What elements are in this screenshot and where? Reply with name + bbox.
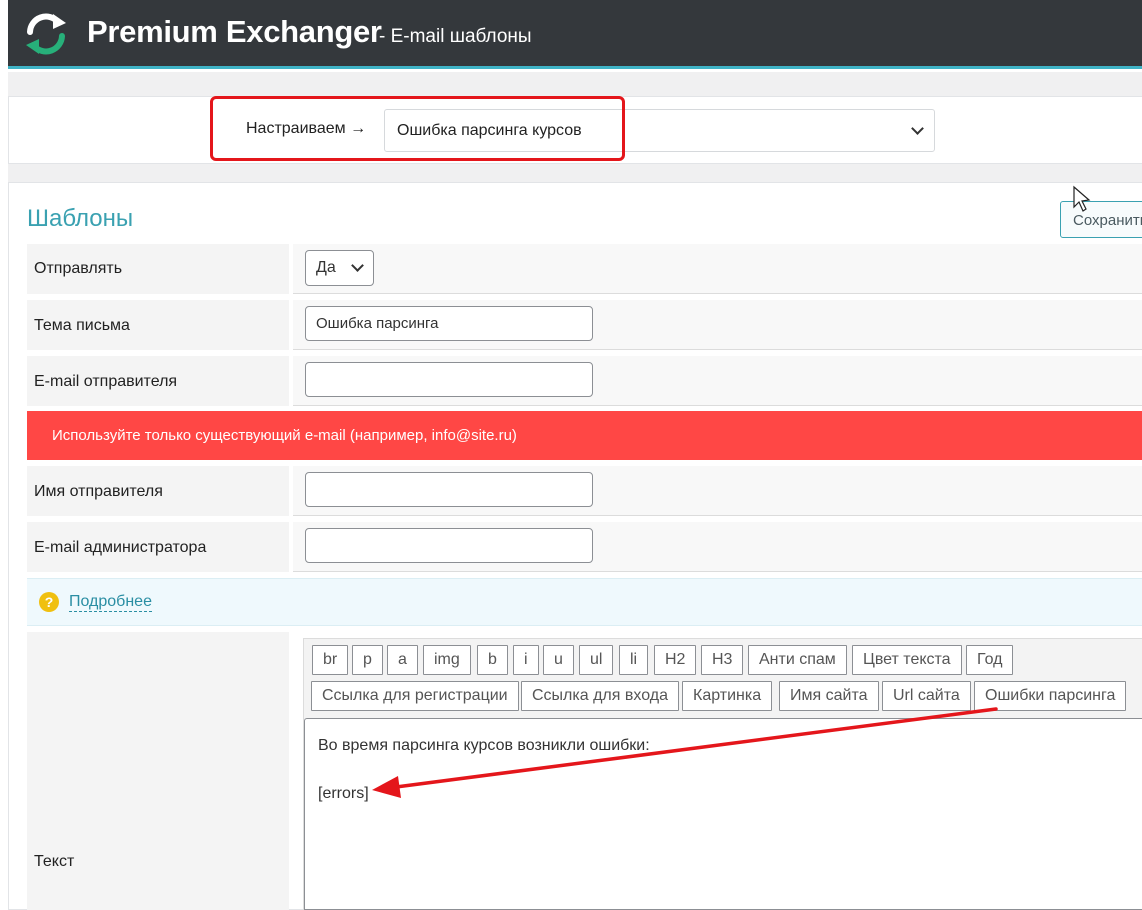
admin-email-input[interactable]	[305, 528, 593, 563]
tag-antispam-button[interactable]: Анти спам	[748, 645, 847, 675]
warning-text: Используйте только существующий e-mail (…	[52, 427, 517, 444]
tag-b-button[interactable]: b	[477, 645, 508, 675]
body-line-1: Во время парсинга курсов возникли ошибки…	[318, 737, 650, 754]
text-label: Текст	[34, 853, 75, 870]
tag-register-link-button[interactable]: Ссылка для регистрации	[311, 681, 519, 711]
tag-h2-button[interactable]: H2	[654, 645, 697, 675]
top-bar: Premium Exchanger - E-mail шаблоны	[8, 0, 1142, 69]
row-subject: Тема письма	[27, 300, 1142, 350]
refresh-arrows-logo-icon	[26, 13, 66, 55]
chevron-down-icon	[351, 259, 364, 272]
app-title: Premium Exchanger	[87, 14, 382, 49]
sender-name-input[interactable]	[305, 472, 593, 507]
section-title: Шаблоны	[27, 205, 134, 232]
question-icon: ?	[39, 592, 59, 612]
tag-i-button[interactable]: i	[513, 645, 539, 675]
body-line-2: [errors]	[318, 785, 369, 802]
tag-site-url-button[interactable]: Url сайта	[882, 681, 971, 711]
more-link[interactable]: Подробнее	[69, 593, 152, 612]
tag-img-button[interactable]: img	[423, 645, 471, 675]
page-subtitle: - E-mail шаблоны	[379, 26, 532, 47]
email-body-textarea[interactable]: Во время парсинга курсов возникли ошибки…	[304, 718, 1142, 910]
tag-ul-button[interactable]: ul	[579, 645, 614, 675]
send-label: Отправлять	[34, 260, 123, 277]
row-sender-email: E-mail отправителя	[27, 356, 1142, 406]
row-admin-email: E-mail администратора	[27, 522, 1142, 572]
tag-a-button[interactable]: a	[387, 645, 418, 675]
info-box: ? Подробнее	[27, 578, 1142, 626]
tag-year-button[interactable]: Год	[966, 645, 1014, 675]
tag-h3-button[interactable]: H3	[701, 645, 744, 675]
tag-u-button[interactable]: u	[543, 645, 574, 675]
tag-li-button[interactable]: li	[619, 645, 649, 675]
tag-p-button[interactable]: p	[352, 645, 383, 675]
chevron-down-icon	[911, 122, 924, 135]
tag-site-name-button[interactable]: Имя сайта	[779, 681, 879, 711]
sender-email-label: E-mail отправителя	[34, 373, 178, 390]
save-button[interactable]: Сохранить	[1060, 201, 1142, 238]
tag-br-button[interactable]: br	[312, 645, 349, 675]
sender-email-input[interactable]	[305, 362, 593, 397]
row-send: Отправлять Да	[27, 244, 1142, 294]
email-warning-banner: Используйте только существующий e-mail (…	[27, 411, 1142, 460]
tag-parse-errors-button[interactable]: Ошибки парсинга	[974, 681, 1127, 711]
send-select[interactable]: Да	[305, 250, 374, 286]
send-select-value: Да	[316, 259, 336, 276]
highlight-frame	[210, 96, 625, 161]
tag-login-link-button[interactable]: Ссылка для входа	[521, 681, 679, 711]
admin-email-label: E-mail администратора	[34, 539, 207, 556]
row-sender-name: Имя отправителя	[27, 466, 1142, 516]
tag-image-button[interactable]: Картинка	[682, 681, 773, 711]
subject-input[interactable]	[305, 306, 593, 341]
subject-label: Тема письма	[34, 317, 130, 334]
tag-text-color-button[interactable]: Цвет текста	[852, 645, 962, 675]
sender-name-label: Имя отправителя	[34, 483, 163, 500]
